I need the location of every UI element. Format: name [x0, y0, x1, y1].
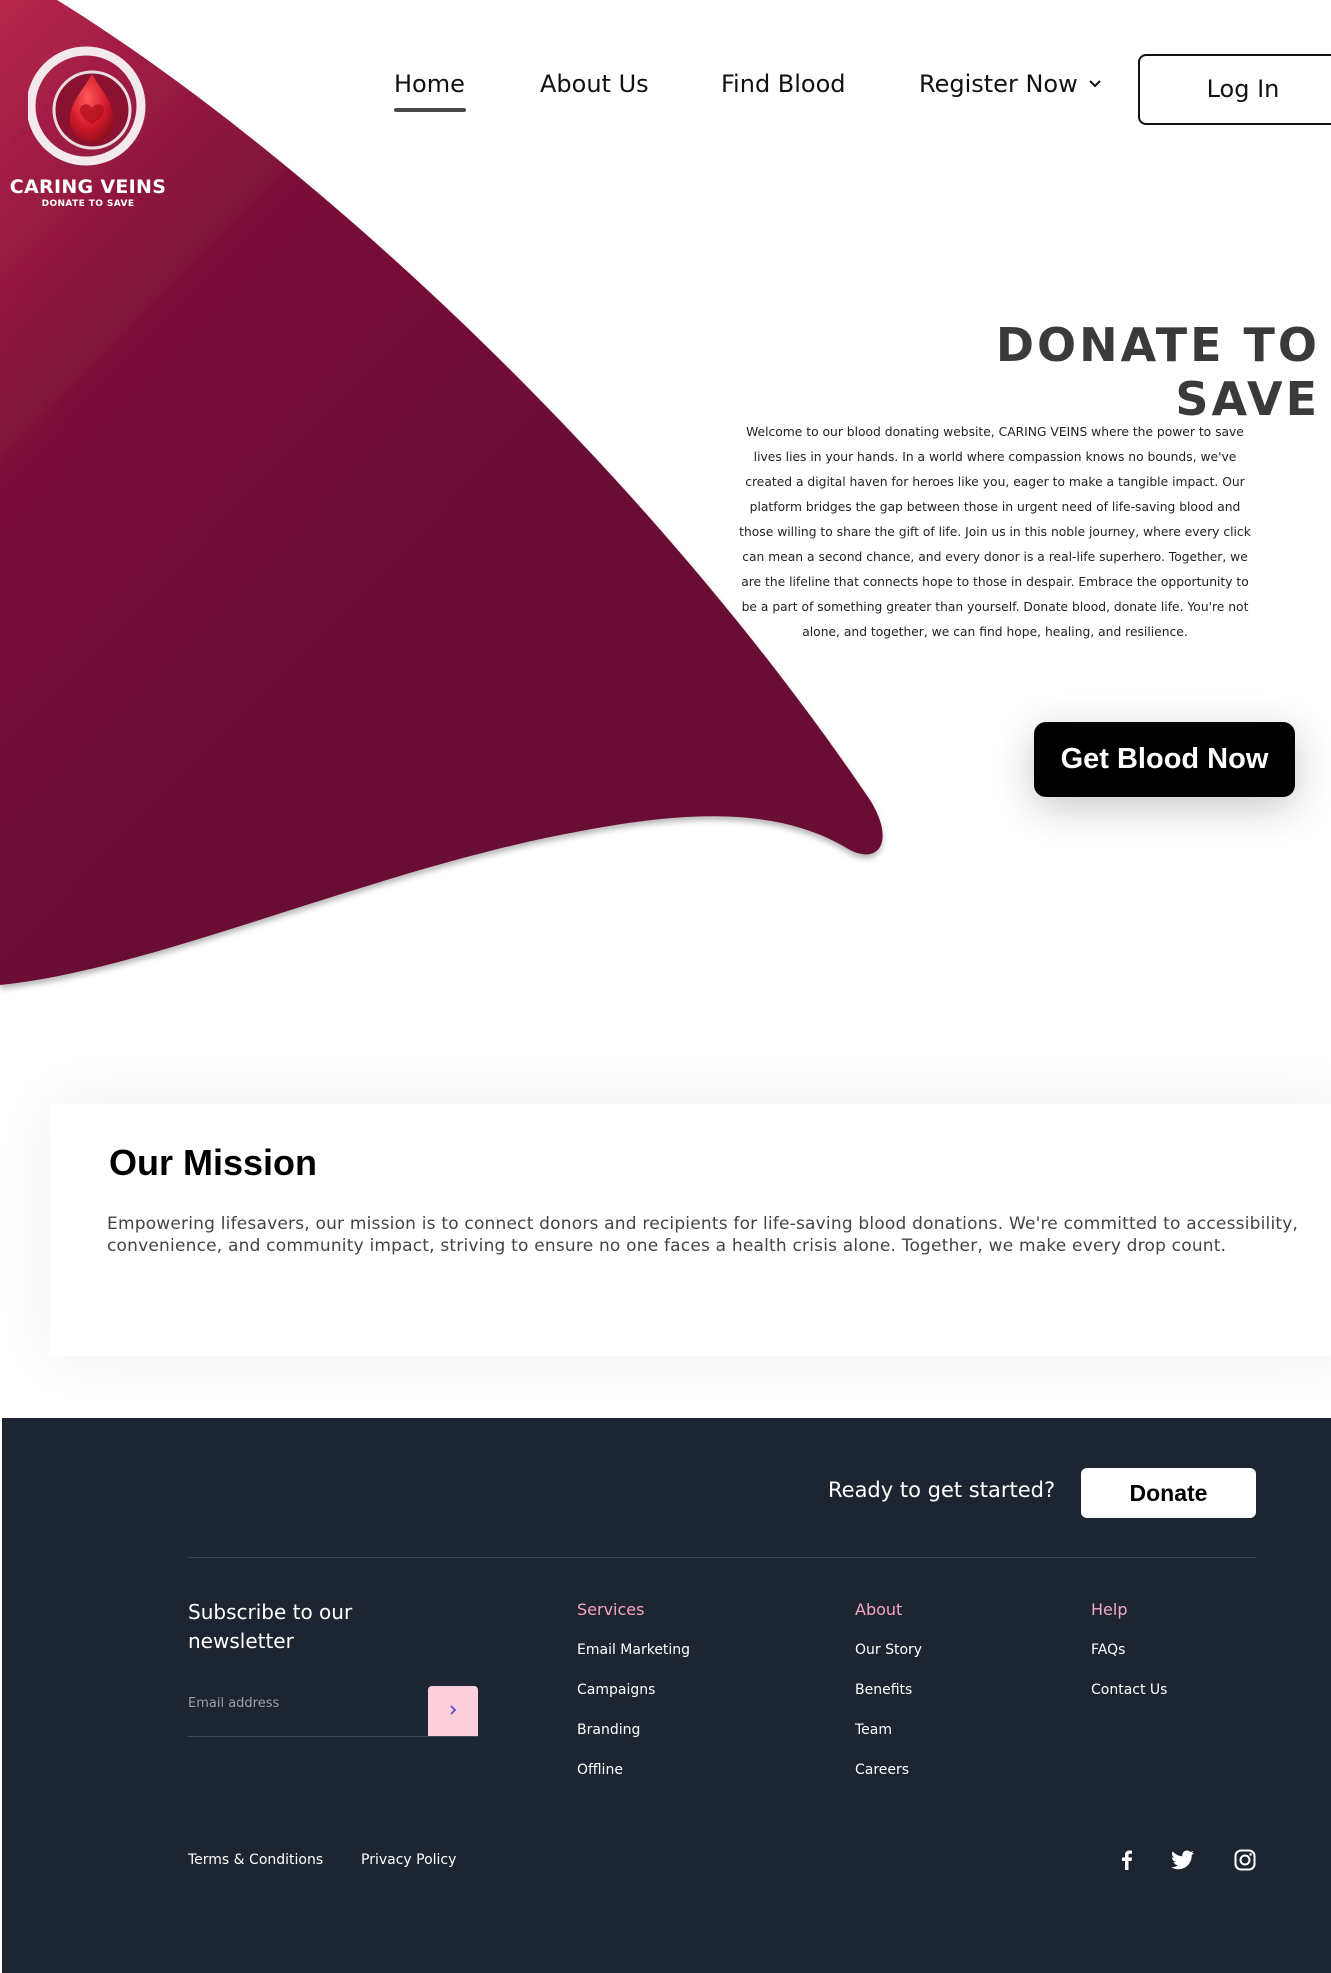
privacy-link[interactable]: Privacy Policy — [361, 1852, 456, 1868]
chevron-right-icon — [448, 1699, 458, 1720]
footer-link-email-marketing[interactable]: Email Marketing — [577, 1642, 690, 1658]
brand-name: CARING VEINS — [9, 176, 167, 198]
footer-link-benefits[interactable]: Benefits — [855, 1682, 912, 1698]
services-heading: Services — [577, 1600, 645, 1619]
newsletter-title: Subscribe to our newsletter — [188, 1600, 353, 1653]
nav-item-label: Home — [394, 70, 465, 98]
nav-item-register-now[interactable]: Register Now — [919, 70, 1102, 98]
mission-title: Our Mission — [109, 1142, 318, 1183]
newsletter-submit-button[interactable] — [428, 1686, 478, 1736]
nav-item-about-us[interactable]: About Us — [540, 70, 649, 98]
mission-text: Empowering lifesavers, our mission is to… — [107, 1214, 1299, 1256]
footer: Ready to get started? Donate Subscribe t… — [2, 1418, 1331, 1973]
footer-link-careers[interactable]: Careers — [855, 1762, 909, 1778]
hero-description: Welcome to our blood donating website, C… — [739, 425, 1251, 639]
active-indicator — [394, 108, 466, 112]
footer-link-contact-us[interactable]: Contact Us — [1091, 1682, 1167, 1698]
about-heading: About — [855, 1600, 903, 1619]
instagram-icon[interactable] — [1233, 1848, 1257, 1872]
chevron-down-icon — [1088, 74, 1102, 93]
help-heading: Help — [1091, 1600, 1128, 1619]
footer-divider — [188, 1557, 1256, 1558]
terms-link[interactable]: Terms & Conditions — [188, 1852, 323, 1868]
twitter-icon[interactable] — [1171, 1848, 1195, 1872]
nav-item-find-blood[interactable]: Find Blood — [721, 70, 846, 98]
facebook-icon[interactable] — [1115, 1848, 1139, 1872]
footer-link-campaigns[interactable]: Campaigns — [577, 1682, 655, 1698]
footer-link-team[interactable]: Team — [855, 1722, 892, 1738]
hero-title: DONATE TO SAVE — [995, 318, 1320, 426]
nav-item-home[interactable]: Home — [394, 70, 466, 112]
footer-link-branding[interactable]: Branding — [577, 1722, 640, 1738]
nav-item-label: Register Now — [919, 70, 1078, 98]
ready-text: Ready to get started? — [828, 1478, 1056, 1502]
login-button[interactable]: Log In — [1138, 54, 1331, 125]
footer-link-faqs[interactable]: FAQs — [1091, 1642, 1125, 1658]
footer-link-offline[interactable]: Offline — [577, 1762, 623, 1778]
mission-card: Our Mission Empowering lifesavers, our m… — [50, 1104, 1331, 1356]
brand-tagline: DONATE TO SAVE — [41, 199, 135, 209]
footer-link-our-story[interactable]: Our Story — [855, 1642, 922, 1658]
get-blood-now-button[interactable]: Get Blood Now — [1034, 722, 1295, 797]
main-nav: Home About Us Find Blood Register Now — [0, 70, 1331, 112]
donate-button[interactable]: Donate — [1081, 1468, 1256, 1518]
email-underline — [188, 1736, 478, 1737]
email-field[interactable] — [188, 1688, 428, 1718]
